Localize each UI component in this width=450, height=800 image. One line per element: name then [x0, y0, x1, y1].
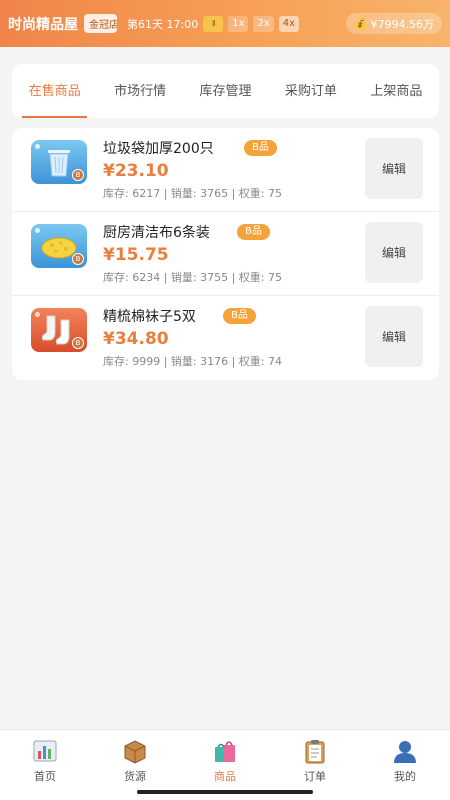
nav-home[interactable]: 首页: [0, 730, 90, 800]
tab-label: 市场行情: [114, 83, 167, 99]
nav-label: 首页: [34, 770, 56, 783]
product-stats: 库存: 9999 | 销量: 3176 | 权重: 74: [103, 355, 282, 368]
speed-2x-button[interactable]: 2x: [253, 15, 274, 32]
game-day-time: 第61天 17:00: [127, 17, 199, 31]
tab-label: 在售商品: [28, 83, 81, 99]
tab-bar: 在售商品 市场行情 库存管理 采购订单 上架商品: [12, 64, 439, 118]
product-thumbnail: B: [31, 140, 87, 184]
rank-badge: 金冠店铺: [84, 14, 117, 33]
thumb-dot: [35, 144, 40, 149]
user-icon: [394, 741, 416, 763]
nav-label: 商品: [214, 770, 236, 783]
speed-1x-button[interactable]: 1x: [228, 15, 249, 32]
grade-mark: B: [72, 169, 84, 181]
money-display: 💰 ¥7994.56万: [345, 13, 442, 34]
grade-badge: B品: [223, 308, 256, 324]
product-row: B 垃圾袋加厚200只 B品 ¥23.10 库存: 6217 | 销量: 376…: [12, 128, 439, 212]
product-row: B 精梳棉袜子5双 B品 ¥34.80 库存: 9999 | 销量: 3176 …: [12, 296, 439, 380]
product-stats: 库存: 6234 | 销量: 3755 | 权重: 75: [103, 271, 282, 284]
tab-list-product[interactable]: 上架商品: [354, 64, 439, 118]
trash-can-icon: [48, 150, 70, 177]
tab-purchase-orders[interactable]: 采购订单: [268, 64, 353, 118]
product-thumbnail: B: [31, 308, 87, 352]
tab-market[interactable]: 市场行情: [97, 64, 182, 118]
thumb-dot: [35, 228, 40, 233]
nav-label: 订单: [304, 770, 326, 783]
bar-chart-icon: [33, 740, 57, 762]
clipboard-icon: [305, 740, 325, 764]
speed-4x-button[interactable]: 4x: [278, 15, 300, 32]
thumb-dot: [35, 312, 40, 317]
home-indicator: [137, 790, 313, 794]
tab-label: 采购订单: [284, 83, 337, 99]
grade-badge: B品: [244, 140, 277, 156]
nav-label: 货源: [124, 770, 146, 783]
product-name: 精梳棉袜子5双: [103, 309, 196, 325]
product-name: 垃圾袋加厚200只: [103, 141, 214, 157]
money-amount: ¥7994.56万: [370, 17, 435, 31]
grade-mark: B: [72, 253, 84, 265]
product-price: ¥15.75: [103, 245, 169, 265]
tab-label: 库存管理: [199, 83, 252, 99]
top-header: 时尚精品屋 金冠店铺 第61天 17:00 II 1x 2x 4x 💰 ¥799…: [0, 0, 450, 47]
edit-button[interactable]: 编辑: [365, 306, 423, 367]
tab-on-sale[interactable]: 在售商品: [12, 64, 97, 118]
tab-inventory[interactable]: 库存管理: [183, 64, 268, 118]
product-price: ¥23.10: [103, 161, 169, 181]
money-bag-icon: 💰: [353, 17, 368, 30]
grade-badge: B品: [237, 224, 270, 240]
product-list: B 垃圾袋加厚200只 B品 ¥23.10 库存: 6217 | 销量: 376…: [12, 128, 439, 380]
product-row: B 厨房清洁布6条装 B品 ¥15.75 库存: 6234 | 销量: 3755…: [12, 212, 439, 296]
tab-label: 上架商品: [370, 83, 423, 99]
pause-button[interactable]: II: [203, 15, 224, 32]
product-name: 厨房清洁布6条装: [103, 225, 210, 241]
shop-name: 时尚精品屋: [8, 16, 78, 33]
grade-mark: B: [72, 337, 84, 349]
product-price: ¥34.80: [103, 329, 169, 349]
product-thumbnail: B: [31, 224, 87, 268]
nav-mine[interactable]: 我的: [360, 730, 450, 800]
nav-label: 我的: [394, 770, 416, 783]
edit-button[interactable]: 编辑: [365, 222, 423, 283]
edit-button[interactable]: 编辑: [365, 138, 423, 199]
shopping-bags-icon: [215, 741, 235, 762]
package-icon: [124, 740, 146, 764]
product-stats: 库存: 6217 | 销量: 3765 | 权重: 75: [103, 187, 282, 200]
